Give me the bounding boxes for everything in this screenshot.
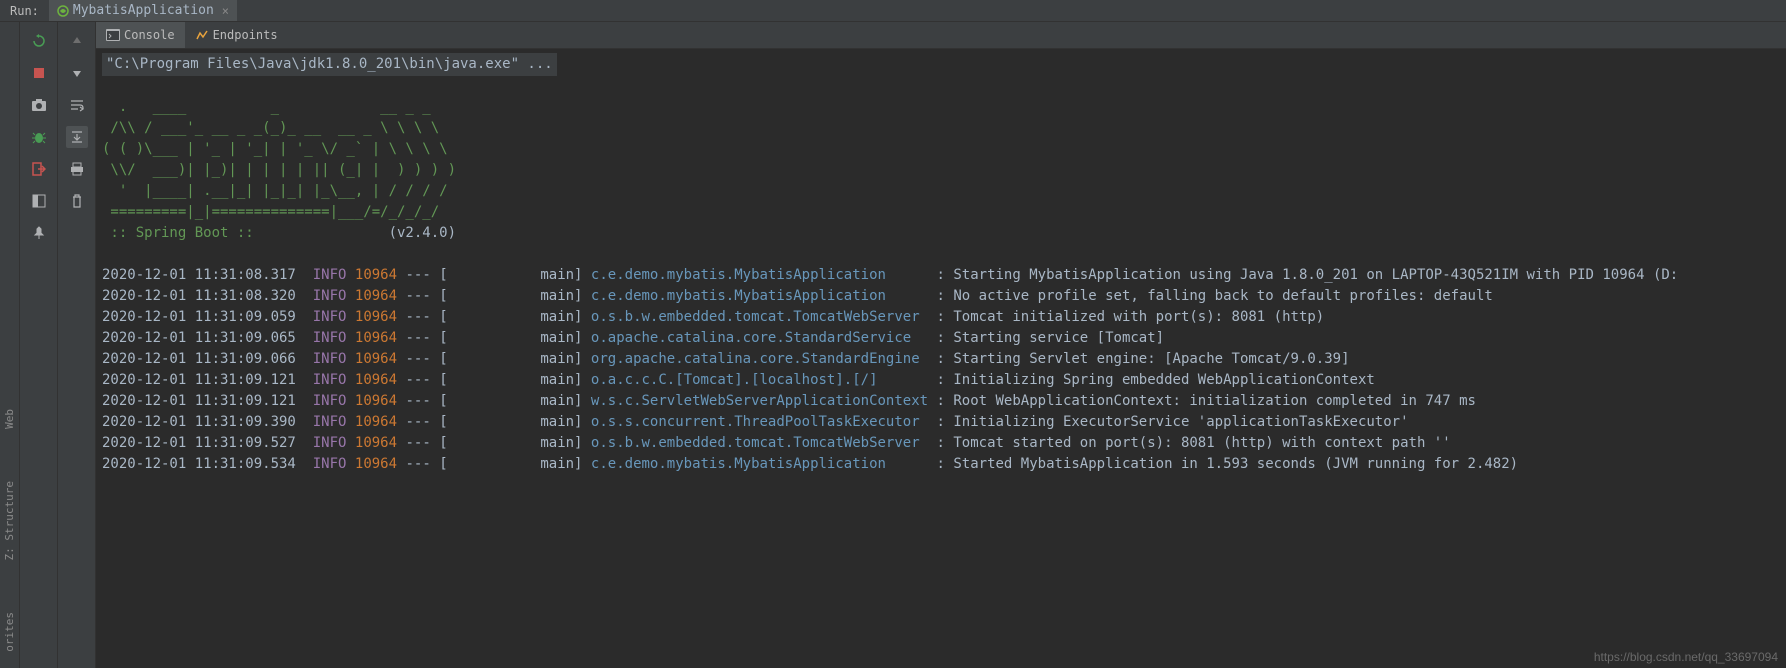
endpoints-icon bbox=[195, 29, 209, 41]
log-line: 2020-12-01 11:31:09.534 INFO 10964 --- [… bbox=[102, 456, 1518, 472]
close-icon[interactable]: × bbox=[222, 4, 229, 18]
scroll-to-end-button[interactable] bbox=[66, 126, 88, 148]
sidebar-tab-structure[interactable]: Z: Structure bbox=[3, 475, 16, 566]
soft-wrap-button[interactable] bbox=[66, 94, 88, 116]
spring-banner: . ____ _ __ _ _ /\\ / ___'_ __ _ _(_)_ _… bbox=[102, 99, 456, 220]
console-output[interactable]: "C:\Program Files\Java\jdk1.8.0_201\bin\… bbox=[96, 49, 1786, 668]
log-line: 2020-12-01 11:31:09.527 INFO 10964 --- [… bbox=[102, 435, 1451, 451]
tab-console-label: Console bbox=[124, 28, 175, 42]
down-arrow-button[interactable] bbox=[66, 62, 88, 84]
log-line: 2020-12-01 11:31:08.320 INFO 10964 --- [… bbox=[102, 288, 1493, 304]
exit-button[interactable] bbox=[28, 158, 50, 180]
stop-button[interactable] bbox=[28, 62, 50, 84]
tab-console[interactable]: Console bbox=[96, 22, 185, 48]
log-line: 2020-12-01 11:31:09.066 INFO 10964 --- [… bbox=[102, 351, 1350, 367]
left-sidebar: Web Z: Structure orites bbox=[0, 22, 20, 668]
camera-button[interactable] bbox=[28, 94, 50, 116]
log-line: 2020-12-01 11:31:09.121 INFO 10964 --- [… bbox=[102, 372, 1375, 388]
tab-endpoints-label: Endpoints bbox=[213, 28, 278, 42]
rerun-button[interactable] bbox=[28, 30, 50, 52]
run-label: Run: bbox=[0, 4, 49, 18]
trash-button[interactable] bbox=[66, 190, 88, 212]
sidebar-tab-web[interactable]: Web bbox=[3, 403, 16, 435]
log-line: 2020-12-01 11:31:09.121 INFO 10964 --- [… bbox=[102, 393, 1476, 409]
command-line: "C:\Program Files\Java\jdk1.8.0_201\bin\… bbox=[102, 53, 557, 76]
log-line: 2020-12-01 11:31:09.390 INFO 10964 --- [… bbox=[102, 414, 1409, 430]
log-line: 2020-12-01 11:31:09.059 INFO 10964 --- [… bbox=[102, 309, 1324, 325]
run-config-name: MybatisApplication bbox=[73, 3, 214, 18]
main-area: Web Z: Structure orites bbox=[0, 22, 1786, 668]
console-icon bbox=[106, 29, 120, 41]
layout-button[interactable] bbox=[28, 190, 50, 212]
pin-button[interactable] bbox=[28, 222, 50, 244]
console-area: Console Endpoints "C:\Program Files\Java… bbox=[96, 22, 1786, 668]
run-top-bar: Run: MybatisApplication × bbox=[0, 0, 1786, 22]
print-button[interactable] bbox=[66, 158, 88, 180]
run-toolbar-secondary bbox=[58, 22, 96, 668]
spring-boot-label: :: Spring Boot :: bbox=[102, 225, 254, 241]
up-arrow-button[interactable] bbox=[66, 30, 88, 52]
run-config-tab[interactable]: MybatisApplication × bbox=[49, 0, 237, 21]
console-tabs: Console Endpoints bbox=[96, 22, 1786, 49]
sidebar-tab-favorites[interactable]: orites bbox=[3, 606, 16, 658]
log-line: 2020-12-01 11:31:09.065 INFO 10964 --- [… bbox=[102, 330, 1164, 346]
spring-icon bbox=[57, 5, 69, 17]
bug-button[interactable] bbox=[28, 126, 50, 148]
watermark: https://blog.csdn.net/qq_33697094 bbox=[1594, 650, 1778, 664]
log-line: 2020-12-01 11:31:08.317 INFO 10964 --- [… bbox=[102, 267, 1678, 283]
run-toolbar-primary bbox=[20, 22, 58, 668]
spring-version: (v2.4.0) bbox=[254, 225, 456, 241]
tab-endpoints[interactable]: Endpoints bbox=[185, 22, 288, 48]
